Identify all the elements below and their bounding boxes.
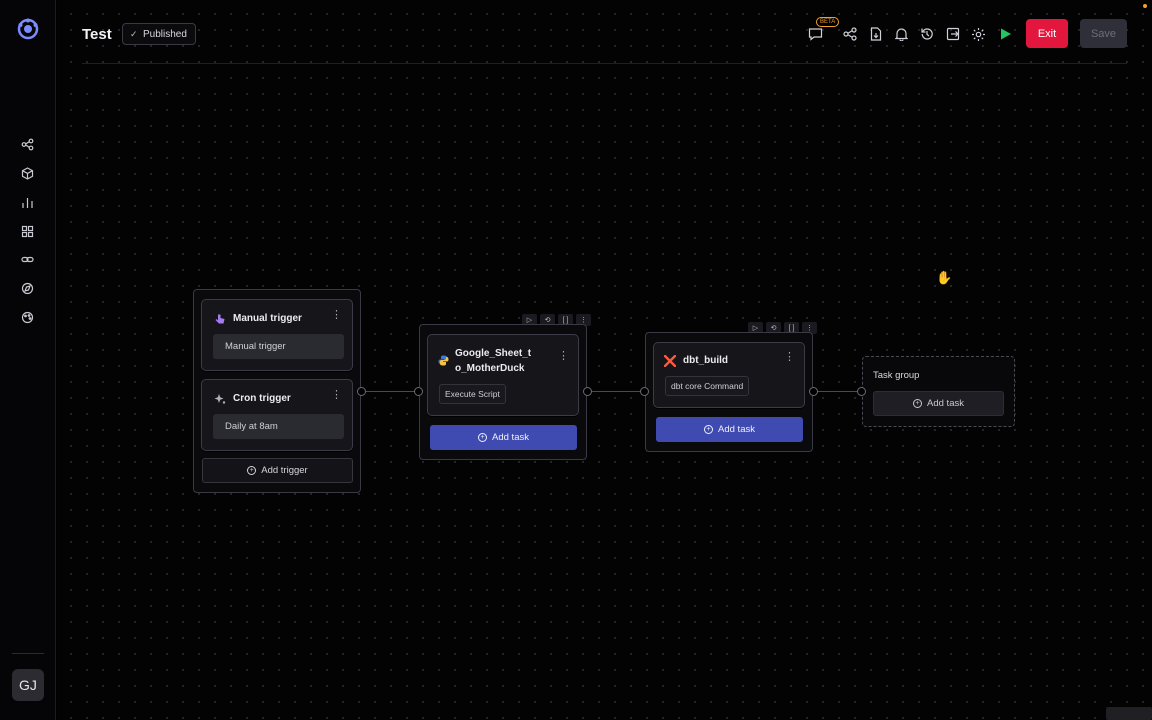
kebab-menu-icon[interactable]: ⋮ <box>331 390 342 401</box>
sparkle-icon <box>214 392 226 410</box>
cron-trigger-title: Cron trigger <box>233 393 291 404</box>
grid-icon[interactable] <box>19 223 35 239</box>
task-group-google-sheet: Google_Sheet_t o_MotherDuck ⋮ Execute Sc… <box>419 324 587 460</box>
task-title-line2: o_MotherDuck <box>455 363 525 374</box>
output-port[interactable] <box>357 387 366 396</box>
task-type-chip: dbt core Command <box>665 376 750 396</box>
cron-trigger-card[interactable]: Cron trigger ⋮ Daily at 8am <box>201 379 353 451</box>
hand-pointer-icon <box>214 312 225 330</box>
add-task-button[interactable]: + Add task <box>873 391 1004 416</box>
input-port[interactable] <box>640 387 649 396</box>
add-task-label: Add task <box>718 424 755 435</box>
task-group-title: Task group <box>873 370 920 381</box>
cube-icon[interactable] <box>19 165 35 181</box>
task-card-dbt-build[interactable]: dbt_build ⋮ dbt core Command <box>653 342 805 408</box>
cron-schedule-chip: Daily at 8am <box>213 414 344 439</box>
add-task-button[interactable]: + Add task <box>430 425 577 450</box>
task-card-google-sheet[interactable]: Google_Sheet_t o_MotherDuck ⋮ Execute Sc… <box>427 334 579 416</box>
avatar[interactable]: GJ <box>12 669 44 701</box>
document-icon[interactable] <box>868 26 884 42</box>
dbt-icon <box>663 354 677 372</box>
kebab-menu-icon[interactable]: ⋮ <box>558 351 569 362</box>
bar-chart-icon[interactable] <box>19 194 35 210</box>
app-logo-icon[interactable] <box>17 18 39 40</box>
share-graph-icon[interactable] <box>842 26 858 42</box>
notification-dot <box>1143 4 1147 8</box>
python-icon <box>438 353 449 371</box>
exit-button[interactable]: Exit <box>1026 19 1068 48</box>
sidebar: GJ <box>0 0 56 720</box>
history-icon[interactable] <box>919 26 935 42</box>
output-port[interactable] <box>809 387 818 396</box>
plus-circle-icon: + <box>247 466 257 475</box>
plus-circle-icon: + <box>704 425 714 434</box>
task-title: Google_Sheet_t o_MotherDuck <box>455 346 531 376</box>
input-port[interactable] <box>857 387 866 396</box>
add-task-label: Add task <box>927 398 964 409</box>
plus-circle-icon: + <box>478 433 488 442</box>
grab-cursor-icon: ✋ <box>936 270 953 285</box>
task-title: dbt_build <box>683 355 728 366</box>
kebab-menu-icon[interactable]: ⋮ <box>331 310 342 321</box>
empty-task-group[interactable]: Task group + Add task <box>862 356 1015 427</box>
add-task-label: Add task <box>492 432 529 443</box>
save-button[interactable]: Save <box>1080 19 1127 48</box>
sidebar-divider <box>12 653 44 654</box>
manual-trigger-chip: Manual trigger <box>213 334 344 359</box>
status-badge[interactable]: ✓ Published <box>122 23 196 45</box>
corner-indicator <box>1106 707 1152 720</box>
beta-badge: BETA <box>816 17 840 27</box>
trigger-group: Manual trigger ⋮ Manual trigger Cron tri… <box>193 289 361 493</box>
input-port[interactable] <box>414 387 423 396</box>
bell-icon[interactable] <box>893 26 909 42</box>
edge-task1-to-task2 <box>592 391 644 392</box>
palette-icon[interactable] <box>19 309 35 325</box>
task-title-line1: Google_Sheet_t <box>455 348 532 359</box>
graph-icon[interactable] <box>19 136 35 152</box>
avatar-initials: GJ <box>19 677 37 693</box>
output-port[interactable] <box>583 387 592 396</box>
link-icon[interactable] <box>19 251 35 267</box>
add-trigger-button[interactable]: + Add trigger <box>202 458 353 483</box>
add-task-button[interactable]: + Add task <box>656 417 803 442</box>
settings-icon[interactable] <box>970 26 986 42</box>
export-icon[interactable] <box>945 26 961 42</box>
run-icon[interactable] <box>997 26 1013 42</box>
status-badge-label: Published <box>143 28 187 40</box>
chat-icon[interactable] <box>807 26 823 42</box>
check-icon: ✓ <box>130 29 138 39</box>
header: Test ✓ Published BETA Exit Save <box>82 0 1127 64</box>
task-type-chip: Execute Script <box>439 384 506 404</box>
task-group-dbt-build: dbt_build ⋮ dbt core Command + Add task <box>645 332 813 452</box>
kebab-menu-icon[interactable]: ⋮ <box>784 352 795 363</box>
page-title: Test <box>82 26 112 43</box>
plus-circle-icon: + <box>913 399 923 408</box>
edge-triggers-to-task1 <box>366 391 418 392</box>
edge-task2-to-group <box>818 391 862 392</box>
manual-trigger-card[interactable]: Manual trigger ⋮ Manual trigger <box>201 299 353 371</box>
add-trigger-label: Add trigger <box>261 465 308 476</box>
manual-trigger-title: Manual trigger <box>233 313 302 324</box>
compass-icon[interactable] <box>19 280 35 296</box>
